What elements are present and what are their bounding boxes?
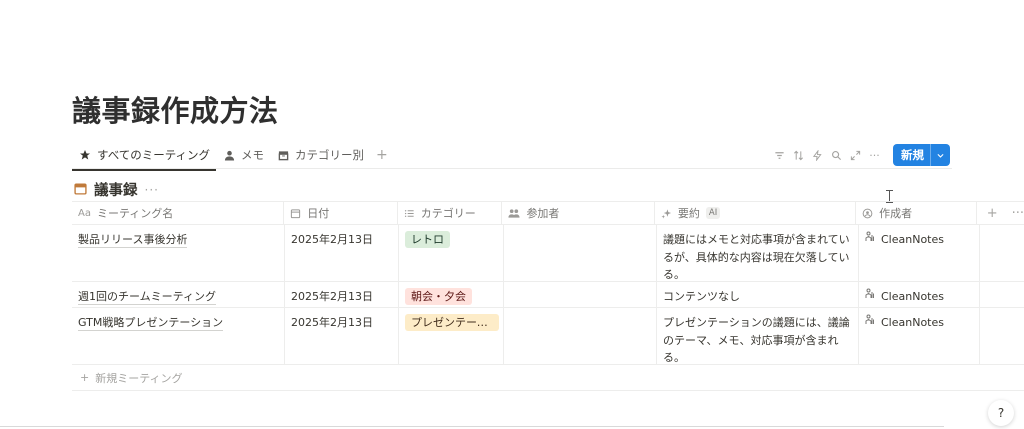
- creator-name: CleanNotes: [881, 233, 944, 246]
- search-icon[interactable]: [828, 145, 845, 165]
- database-name: 議事録: [94, 183, 138, 199]
- participants-cell[interactable]: [504, 308, 657, 364]
- plus-icon: +: [80, 371, 90, 384]
- board-icon: [276, 148, 290, 162]
- summary-cell[interactable]: 議題にはメモと対応事項が含まれているが、具体的な内容は現在欠落している。: [657, 225, 859, 281]
- database-title[interactable]: 議事録 ···: [74, 179, 159, 200]
- creator-name: CleanNotes: [881, 290, 944, 303]
- meeting-name[interactable]: 製品リリース事後分析: [78, 233, 188, 248]
- meeting-name[interactable]: GTM戦略プレゼンテーション: [78, 316, 224, 331]
- database-more-icon[interactable]: ···: [145, 183, 159, 197]
- tab-label: すべてのミーティング: [97, 148, 211, 162]
- tab-label: メモ: [241, 148, 265, 162]
- column-label: 参加者: [526, 207, 560, 220]
- column-header-summary[interactable]: 要約 AI: [655, 202, 857, 224]
- sort-icon[interactable]: [790, 145, 807, 165]
- summary-cell[interactable]: プレゼンテーションの議題には、議論のテーマ、メモ、対応事項が含まれる。: [657, 308, 859, 364]
- category-tag: レトロ: [405, 231, 450, 248]
- column-label: 日付: [307, 207, 330, 220]
- creator-cell[interactable]: CleanNotes: [859, 308, 980, 364]
- column-label: カテゴリー: [420, 207, 476, 220]
- column-header-participants[interactable]: 参加者: [502, 202, 655, 224]
- new-button-label: 新規: [901, 148, 924, 162]
- toolbar: ··· 新規: [771, 144, 950, 166]
- expand-icon[interactable]: [847, 145, 864, 165]
- creator-cell[interactable]: CleanNotes: [859, 282, 980, 307]
- calendar-icon: [290, 208, 301, 219]
- tab-category[interactable]: カテゴリー別: [270, 141, 370, 169]
- divider: [72, 168, 952, 169]
- add-view-button[interactable]: +: [370, 147, 394, 163]
- ai-badge: AI: [705, 207, 721, 219]
- creator: CleanNotes: [865, 314, 973, 332]
- meeting-name-cell[interactable]: 製品リリース事後分析: [72, 225, 285, 281]
- date-cell[interactable]: 2025年2月13日: [285, 308, 399, 364]
- category-tag: プレゼンテーシ...: [405, 314, 499, 331]
- column-label: 要約: [677, 207, 700, 220]
- meeting-name[interactable]: 週1回のチームミーティング: [78, 290, 217, 305]
- header-actions: + ···: [977, 202, 1024, 224]
- sparkle-icon: [661, 208, 672, 219]
- help-icon: ?: [997, 406, 1005, 420]
- person-icon: [222, 148, 236, 162]
- creator-name: CleanNotes: [881, 316, 944, 329]
- column-header-category[interactable]: カテゴリー: [398, 202, 503, 224]
- list-icon: [404, 208, 415, 219]
- table-row[interactable]: GTM戦略プレゼンテーション 2025年2月13日 プレゼンテーシ... プレゼ…: [72, 308, 1024, 365]
- column-label: ミーティング名: [96, 207, 174, 220]
- creator-cell[interactable]: CleanNotes: [859, 225, 980, 281]
- more-options-icon[interactable]: ···: [866, 145, 883, 165]
- column-header-name[interactable]: Aa ミーティング名: [72, 202, 285, 224]
- header-more-icon[interactable]: ···: [1012, 206, 1024, 221]
- star-icon: [78, 148, 92, 162]
- table-row[interactable]: 製品リリース事後分析 2025年2月13日 レトロ 議題にはメモと対応事項が含ま…: [72, 225, 1024, 282]
- column-header-creator[interactable]: 作成者: [856, 202, 977, 224]
- bot-icon: [865, 288, 875, 306]
- divider: [0, 426, 944, 427]
- table-header: Aa ミーティング名 日付 カテゴリー 参加者 要約 AI 作成者 + ···: [72, 201, 1024, 225]
- creator: CleanNotes: [865, 231, 973, 249]
- creator: CleanNotes: [865, 288, 973, 306]
- page-title: 議事録作成方法: [72, 94, 279, 128]
- date-cell[interactable]: 2025年2月13日: [285, 225, 399, 281]
- meetings-table: Aa ミーティング名 日付 カテゴリー 参加者 要約 AI 作成者 + ··· …: [72, 201, 1024, 391]
- help-button[interactable]: ?: [988, 400, 1014, 426]
- filter-icon[interactable]: [771, 145, 788, 165]
- new-button[interactable]: 新規: [893, 144, 950, 166]
- participants-cell[interactable]: [504, 282, 657, 307]
- category-cell[interactable]: 朝会・夕会: [399, 282, 504, 307]
- category-tag: 朝会・夕会: [405, 288, 472, 305]
- meeting-name-cell[interactable]: 週1回のチームミーティング: [72, 282, 285, 307]
- column-label: 作成者: [879, 207, 913, 220]
- date-cell[interactable]: 2025年2月13日: [285, 282, 399, 307]
- add-property-button[interactable]: +: [987, 206, 998, 221]
- participants-cell[interactable]: [504, 225, 657, 281]
- category-cell[interactable]: プレゼンテーシ...: [399, 308, 504, 364]
- people-icon: [508, 208, 520, 219]
- summary-cell[interactable]: コンテンツなし: [657, 282, 859, 307]
- tab-label: カテゴリー別: [295, 148, 365, 162]
- new-meeting-button[interactable]: + 新規ミーティング: [72, 365, 1024, 391]
- meeting-name-cell[interactable]: GTM戦略プレゼンテーション: [72, 308, 285, 364]
- new-meeting-label: 新規ミーティング: [95, 371, 183, 385]
- text-property-icon: Aa: [78, 207, 91, 219]
- category-cell[interactable]: レトロ: [399, 225, 504, 281]
- tab-memo[interactable]: メモ: [216, 141, 270, 169]
- user-circle-icon: [862, 208, 873, 219]
- bot-icon: [865, 314, 875, 332]
- table-icon: [74, 180, 87, 199]
- bot-icon: [865, 231, 875, 249]
- chevron-down-icon[interactable]: [930, 144, 950, 166]
- column-header-date[interactable]: 日付: [284, 202, 398, 224]
- tab-all-meetings[interactable]: すべてのミーティング: [72, 141, 217, 171]
- table-row[interactable]: 週1回のチームミーティング 2025年2月13日 朝会・夕会 コンテンツなし C…: [72, 282, 1024, 308]
- automation-icon[interactable]: [809, 145, 826, 165]
